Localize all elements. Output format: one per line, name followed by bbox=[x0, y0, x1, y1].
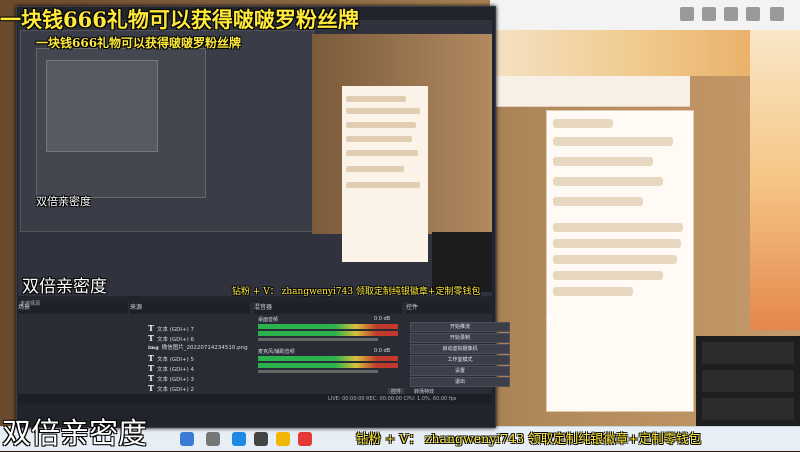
chat-line bbox=[346, 122, 416, 128]
chat-line bbox=[346, 96, 406, 102]
chat-line bbox=[346, 108, 420, 114]
inner-notification-capture bbox=[432, 232, 492, 292]
text-source-icon: T bbox=[148, 323, 154, 333]
obs-icon[interactable] bbox=[254, 432, 268, 446]
audio-meter bbox=[258, 324, 398, 329]
start-streaming-button[interactable]: 开始推流 bbox=[410, 322, 510, 332]
text-source-icon: T bbox=[148, 383, 154, 393]
notification-row bbox=[702, 370, 794, 392]
overlay-promo: 钻粉 + V： zhangwenyi743 领取定制纯银徽章+定制零钱包 bbox=[356, 431, 702, 446]
source-name: 微信图片_20220714234510.png bbox=[161, 345, 248, 351]
search-icon[interactable] bbox=[206, 432, 220, 446]
site-right-rail bbox=[750, 30, 800, 330]
live-chat-panel bbox=[546, 110, 694, 412]
overlay-title-nested: 一块钱666礼物可以获得啵啵罗粉丝牌 bbox=[36, 36, 242, 50]
source-name: 文本 (GDI+) 4 bbox=[156, 367, 194, 373]
gift-notification-panel bbox=[696, 336, 800, 426]
favorites-icon[interactable] bbox=[702, 7, 716, 21]
audio-meter bbox=[258, 356, 398, 361]
extension-icon[interactable] bbox=[680, 7, 694, 21]
virtual-camera-button[interactable]: 启动虚拟摄像机 bbox=[410, 344, 510, 354]
chat-line bbox=[553, 255, 677, 264]
chat-line bbox=[553, 177, 663, 186]
volume-slider[interactable] bbox=[258, 370, 378, 373]
edge-browser-icon[interactable] bbox=[232, 432, 246, 446]
source-name: 文本 (GDI+) 3 bbox=[156, 377, 194, 383]
chat-line bbox=[553, 119, 613, 128]
chat-line bbox=[346, 150, 418, 156]
source-name: 文本 (GDI+) 5 bbox=[156, 357, 194, 363]
chat-line bbox=[553, 239, 681, 248]
profile-icon[interactable] bbox=[746, 7, 760, 21]
start-recording-button[interactable]: 开始录制 bbox=[410, 333, 510, 343]
text-source-icon: T bbox=[148, 373, 154, 383]
chat-line bbox=[553, 271, 663, 280]
notification-row bbox=[702, 398, 794, 420]
source-name: 文本 (GDI+) 6 bbox=[156, 337, 194, 343]
inner-chat-capture bbox=[342, 86, 428, 262]
source-name: 文本 (GDI+) 7 bbox=[156, 327, 194, 333]
chat-line bbox=[553, 287, 633, 296]
volume-slider[interactable] bbox=[258, 338, 378, 341]
exit-button[interactable]: 退出 bbox=[410, 377, 510, 387]
source-item[interactable]: T 文本 (GDI+) 4 bbox=[148, 363, 250, 373]
app-icon[interactable] bbox=[298, 432, 312, 446]
more-menu-icon[interactable] bbox=[770, 7, 784, 21]
chat-line bbox=[553, 157, 653, 166]
collections-icon[interactable] bbox=[724, 7, 738, 21]
browser-toolbar bbox=[490, 0, 800, 31]
chat-line bbox=[553, 137, 673, 146]
source-item[interactable]: T 文本 (GDI+) 3 bbox=[148, 373, 250, 383]
chat-line bbox=[346, 136, 412, 142]
status-text: LIVE: 00:00:00 REC: 00:00:00 CPU: 1.0%, … bbox=[328, 396, 457, 402]
chat-line bbox=[346, 182, 420, 188]
source-name: 文本 (GDI+) 2 bbox=[156, 387, 194, 393]
source-item[interactable]: T 文本 (GDI+) 2 bbox=[148, 383, 250, 393]
recursive-preview-3 bbox=[46, 60, 158, 152]
mixer-track-mic-db: 0.0 dB bbox=[374, 348, 391, 354]
overlay-caption-mid: 双倍亲密度 bbox=[22, 277, 107, 297]
image-source-icon: img bbox=[148, 345, 159, 351]
chat-line bbox=[553, 223, 683, 232]
overlay-caption-small: 双倍亲密度 bbox=[36, 195, 91, 208]
mixer-track-mic: 麦克风/辅助音频 bbox=[258, 349, 295, 355]
audio-meter bbox=[258, 363, 398, 368]
source-item[interactable]: T 文本 (GDI+) 5 bbox=[148, 353, 250, 363]
text-source-icon: T bbox=[148, 363, 154, 373]
text-source-icon: T bbox=[148, 333, 154, 343]
mixer-track-desktop-db: 0.0 dB bbox=[374, 316, 391, 322]
overlay-promo-mid: 钻粉 + V： zhangwenyi743 领取定制纯银徽章+定制零钱包 bbox=[232, 287, 481, 297]
text-source-icon: T bbox=[148, 353, 154, 363]
file-explorer-icon[interactable] bbox=[276, 432, 290, 446]
obs-status-bar: LIVE: 00:00:00 REC: 00:00:00 CPU: 1.0%, … bbox=[18, 394, 492, 404]
source-item[interactable]: T 文本 (GDI+) 7 bbox=[148, 323, 250, 333]
chat-line bbox=[346, 166, 404, 172]
mixer-track-desktop: 桌面音频 bbox=[258, 317, 279, 323]
notification-row bbox=[702, 342, 794, 364]
site-nav-bar bbox=[490, 76, 690, 107]
overlay-caption-large: 双倍亲密度 bbox=[2, 416, 148, 450]
source-item[interactable]: img 微信图片_20220714234510.png bbox=[148, 344, 250, 352]
overlay-title: 一块钱666礼物可以获得啵啵罗粉丝牌 bbox=[0, 7, 359, 32]
source-item[interactable]: T 文本 (GDI+) 6 bbox=[148, 333, 250, 343]
audio-meter bbox=[258, 331, 398, 336]
chat-line bbox=[553, 197, 643, 206]
settings-button[interactable]: 设置 bbox=[410, 366, 510, 376]
start-icon[interactable] bbox=[180, 432, 194, 446]
sources-list: T 文本 (GDI+) 7 T 文本 (GDI+) 6 img 微信图片_202207… bbox=[18, 302, 510, 402]
studio-mode-button[interactable]: 工作室模式 bbox=[410, 355, 510, 365]
